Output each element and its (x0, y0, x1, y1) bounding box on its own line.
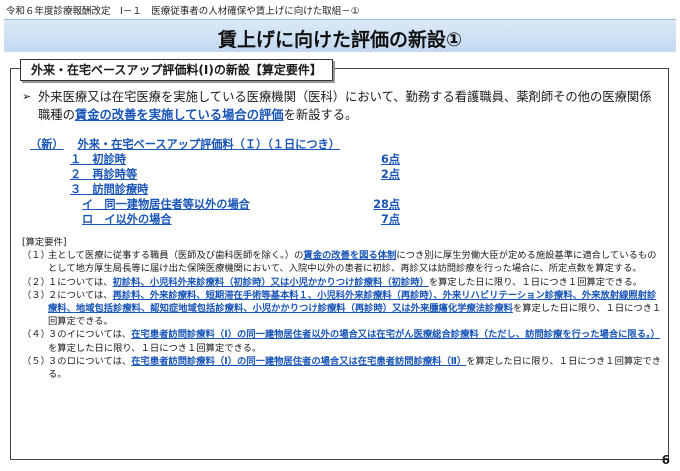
fee-item-row: ２ 再診時等 2点 (30, 167, 400, 182)
requirement-item: （３） ２については、再診料、外来診療料、短期滞在手術等基本料１、小児科外来診療料… (22, 289, 662, 329)
requirement-text: を算定した日に限り、１日につき１回算定できる。 (428, 276, 643, 288)
fee-item-row: １ 初診時 6点 (30, 152, 400, 167)
fee-item-label: ロ イ以外の場合 (82, 213, 172, 226)
requirement-text: 主として医療に従事する職員（医師及び歯科医師を除く。）の (48, 250, 304, 262)
fee-item-label: イ 同一建物居住者等以外の場合 (82, 198, 250, 211)
new-tag: （新） (30, 138, 64, 151)
intro-after: を新設する。 (283, 108, 358, 122)
fee-item-points: 2点 (381, 168, 400, 181)
fee-item-row: ３ 訪問診療時 (30, 182, 400, 197)
fee-item-points: 6点 (381, 153, 400, 166)
fee-item-points: 7点 (381, 213, 400, 226)
requirements-title: [算定要件] (22, 237, 67, 248)
requirement-number: （２） (22, 276, 50, 288)
requirement-text: ３のイについては、 (48, 329, 132, 341)
intro-paragraph: ➢ 外来医療又は在宅医療を実施している医療機関（医科）において、勤務する看護職員… (22, 88, 662, 124)
requirement-item: （１） 主として医療に従事する職員（医師及び歯科医師を除く。）の賃金の改善を図る体… (22, 249, 662, 275)
requirement-text: ３のロについては、 (48, 355, 132, 367)
fee-schedule: （新） 外来・在宅ベースアップ評価料（Ｉ）（１日につき） １ 初診時 6点 ２ 再… (30, 137, 400, 227)
intro-highlight: 賃金の改善を実施している場合の評価 (74, 108, 284, 122)
title-band: 賃上げに向けた評価の新設① (4, 19, 676, 52)
fee-item-label: ３ 訪問診療時 (70, 183, 149, 196)
section-label: 外来・在宅ベースアップ評価料(I)の新設【算定要件】 (20, 59, 333, 81)
requirement-number: （３） (22, 289, 50, 301)
requirement-highlight: 在宅患者訪問診療料（Ⅰ）の同一建物居住者の場合又は在宅患者訪問診療料（Ⅱ） (131, 355, 467, 367)
fee-item-label: １ 初診時 (70, 153, 126, 166)
requirement-item: （４） ３のイについては、在宅患者訪問診療料（Ⅰ）の同一建物居住者以外の場合又は在… (22, 328, 662, 354)
page-title: 賃上げに向けた評価の新設① (217, 29, 463, 51)
fee-header-row: （新） 外来・在宅ベースアップ評価料（Ｉ）（１日につき） (30, 137, 400, 152)
requirement-highlight: 賃金の改善を図る体制 (303, 250, 397, 262)
requirement-text: を算定した日に限り、１日につき１回算定できる。 (48, 342, 262, 354)
intro-text: 外来医療又は在宅医療を実施している医療機関（医科）において、勤務する看護職員、薬… (22, 88, 662, 124)
fee-name: 外来・在宅ベースアップ評価料（Ｉ）（１日につき） (77, 138, 340, 151)
arrow-bullet-icon: ➢ (22, 90, 32, 103)
requirement-text: １については、 (48, 276, 113, 288)
requirements: [算定要件] （１） 主として医療に従事する職員（医師及び歯科医師を除く。）の賃金… (22, 236, 662, 381)
fee-item-label: ２ 再診時等 (70, 168, 138, 181)
requirement-number: （５） (22, 355, 50, 367)
requirement-highlight: 初診料、小児科外来診療料（初診時）又は小児かかりつけ診療料（初診時） (112, 276, 429, 288)
fee-item-points: 28点 (373, 198, 400, 211)
requirement-number: （１） (22, 250, 50, 262)
breadcrumb: 令和６年度診療報酬改定 Ⅰ－１ 医療従事者の人材確保や賃上げに向けた取組－① (6, 6, 360, 17)
requirement-highlight: 在宅患者訪問診療料（Ⅰ）の同一建物居住者以外の場合又は在宅がん医療総合診療料（た… (131, 329, 660, 341)
requirement-text: ２については、 (48, 289, 113, 301)
fee-item-row: イ 同一建物居住者等以外の場合 28点 (30, 197, 400, 212)
page-number: 6 (661, 453, 670, 467)
fee-item-row: ロ イ以外の場合 7点 (30, 212, 400, 227)
requirement-item: （５） ３のロについては、在宅患者訪問診療料（Ⅰ）の同一建物居住者の場合又は在宅患… (22, 355, 662, 381)
requirement-item: （２） １については、初診料、小児科外来診療料（初診時）又は小児かかりつけ診療料（… (22, 276, 662, 289)
requirement-number: （４） (22, 329, 50, 341)
